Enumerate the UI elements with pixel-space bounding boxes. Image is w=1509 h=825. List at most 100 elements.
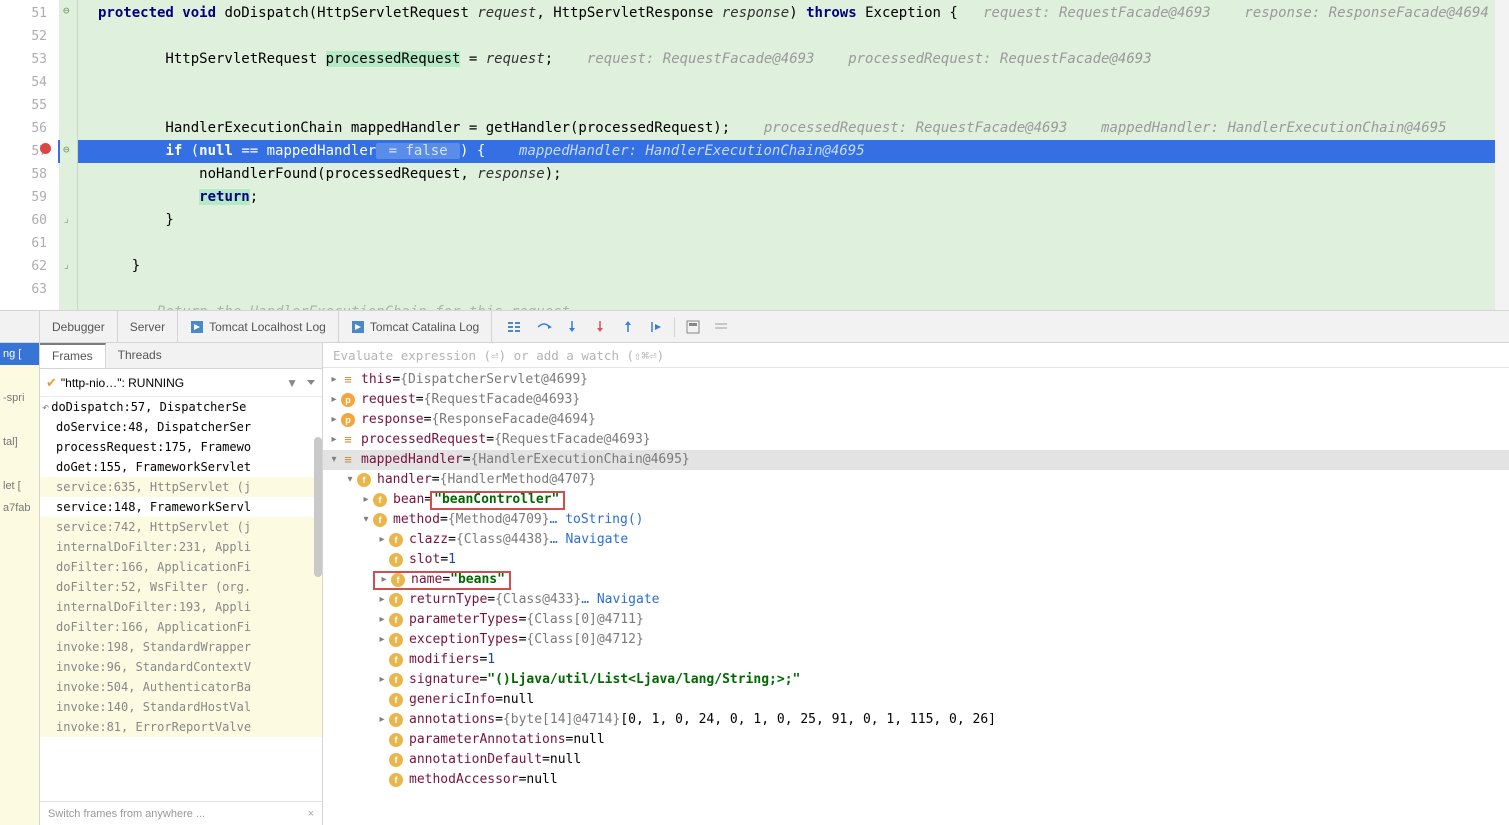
variable-row[interactable]: ▸presponse = {ResponseFacade@4694} — [323, 410, 1509, 430]
evaluate-input[interactable]: Evaluate expression (⏎) or add a watch (… — [323, 343, 1509, 368]
highlighted-value: ▸fname = "beans" — [373, 571, 511, 590]
chevron-right-icon[interactable]: ▸ — [359, 490, 373, 510]
variable-row[interactable]: ▸fname = "beans" — [323, 570, 1509, 590]
variable-row[interactable]: ▸≡this = {DispatcherServlet@4699} — [323, 370, 1509, 390]
close-icon[interactable]: × — [308, 808, 314, 820]
chevron-right-icon[interactable]: ▸ — [375, 610, 389, 630]
stack-frame[interactable]: invoke:504, AuthenticatorBa — [40, 677, 322, 697]
stack-frame[interactable]: doFilter:52, WsFilter (org. — [40, 577, 322, 597]
variable-row[interactable]: ▸prequest = {RequestFacade@4693} — [323, 390, 1509, 410]
tab-tomcat-catalina-log[interactable]: Tomcat Catalina Log — [339, 311, 492, 342]
stack-frame[interactable]: invoke:81, ErrorReportValve — [40, 717, 322, 737]
field-badge-icon: f — [391, 573, 405, 587]
chevron-right-icon[interactable]: ▸ — [327, 370, 341, 390]
chevron-right-icon[interactable]: ▸ — [375, 530, 389, 550]
field-badge-icon: f — [389, 773, 403, 787]
variable-row[interactable]: ▸fexceptionTypes = {Class[0]@4712} — [323, 630, 1509, 650]
folding-gutter[interactable]: ⊖ ⊖ ⌟ ⌟ — [60, 0, 78, 310]
stack-frame[interactable]: invoke:140, StandardHostVal — [40, 697, 322, 717]
chevron-down-icon[interactable]: ▾ — [343, 470, 357, 490]
variable-row[interactable]: ·fgenericInfo = null — [323, 690, 1509, 710]
inline-hint: request: RequestFacade@4693 processedReq… — [553, 51, 1151, 67]
stack-frame[interactable]: doFilter:166, ApplicationFi — [40, 617, 322, 637]
tab-tomcat-localhost-log[interactable]: Tomcat Localhost Log — [178, 311, 339, 342]
variable-row[interactable]: ▸fbean = "beanController" — [323, 490, 1509, 510]
variable-row[interactable]: ▸fparameterTypes = {Class[0]@4711} — [323, 610, 1509, 630]
tab-server[interactable]: Server — [118, 311, 178, 342]
tab-frames[interactable]: Frames — [40, 343, 106, 368]
stack-frame[interactable]: service:742, HttpServlet (j — [40, 517, 322, 537]
stack-frame[interactable]: processRequest:175, Framewo — [40, 437, 322, 457]
variable-row[interactable]: ▾fmethod = {Method@4709} … toString() — [323, 510, 1509, 530]
code-area[interactable]: protected void doDispatch(HttpServletReq… — [78, 0, 1509, 310]
run-to-cursor-icon[interactable] — [646, 317, 666, 337]
variables-pane: Evaluate expression (⏎) or add a watch (… — [323, 343, 1509, 825]
dropdown-icon[interactable] — [306, 376, 316, 390]
chevron-right-icon[interactable]: ▸ — [377, 570, 391, 590]
chevron-right-icon[interactable]: ▸ — [327, 410, 341, 430]
layout-icon[interactable] — [504, 317, 524, 337]
stack-frame[interactable]: internalDoFilter:193, Appli — [40, 597, 322, 617]
fold-end-icon: ⌟ — [63, 258, 70, 271]
call-stack-list[interactable]: ↶doDispatch:57, DispatcherSedoService:48… — [40, 397, 322, 801]
scrollbar[interactable] — [314, 437, 322, 577]
tab-threads[interactable]: Threads — [106, 343, 174, 368]
field-badge-icon: f — [373, 513, 387, 527]
variable-row[interactable]: ·fparameterAnnotations = null — [323, 730, 1509, 750]
inline-hint: mappedHandler: HandlerExecutionChain@469… — [485, 143, 864, 159]
variable-row[interactable]: ▸fannotations = {byte[14]@4714} [0, 1, 0… — [323, 710, 1509, 730]
variable-row[interactable]: ▾≡mappedHandler = {HandlerExecutionChain… — [323, 450, 1509, 470]
line-number-gutter: 51 52 53 54 55 56 57 58 59 60 61 62 63 — [0, 0, 60, 310]
chevron-right-icon[interactable]: ▸ — [375, 590, 389, 610]
variable-row[interactable]: ·fannotationDefault = null — [323, 750, 1509, 770]
stack-frame[interactable]: doFilter:166, ApplicationFi — [40, 557, 322, 577]
step-out-icon[interactable] — [618, 317, 638, 337]
chevron-right-icon[interactable]: ▸ — [375, 670, 389, 690]
current-execution-line[interactable]: if (null == mappedHandler = false ) { ma… — [58, 140, 1509, 163]
code-editor[interactable]: 51 52 53 54 55 56 57 58 59 60 61 62 63 ⊖… — [0, 0, 1509, 310]
force-step-into-icon[interactable] — [590, 317, 610, 337]
stack-frame[interactable]: service:148, FrameworkServl — [40, 497, 322, 517]
fold-icon[interactable]: ⊖ — [63, 4, 70, 17]
variable-row[interactable]: ▸fsignature = "()Ljava/util/List<Ljava/l… — [323, 670, 1509, 690]
breakpoint-icon[interactable] — [40, 143, 51, 154]
field-badge-icon: f — [373, 493, 387, 507]
stack-frame[interactable]: invoke:198, StandardWrapper — [40, 637, 322, 657]
chevron-down-icon[interactable]: ▾ — [359, 510, 373, 530]
variable-row[interactable]: ·fmodifiers = 1 — [323, 650, 1509, 670]
local-badge-icon: ≡ — [341, 433, 355, 447]
fold-icon[interactable]: ⊖ — [63, 143, 70, 156]
filter-icon[interactable]: ▼ — [286, 376, 298, 390]
editor-scrollbar[interactable] — [1495, 0, 1509, 310]
step-into-icon[interactable] — [562, 317, 582, 337]
variable-row[interactable]: ▾fhandler = {HandlerMethod@4707} — [323, 470, 1509, 490]
stack-frame[interactable]: internalDoFilter:231, Appli — [40, 537, 322, 557]
local-badge-icon: ≡ — [341, 453, 355, 467]
stack-frame[interactable]: ↶doDispatch:57, DispatcherSe — [40, 397, 322, 417]
variable-row[interactable]: ▸≡processedRequest = {RequestFacade@4693… — [323, 430, 1509, 450]
stack-frame[interactable]: doService:48, DispatcherSer — [40, 417, 322, 437]
thread-selector[interactable]: ✔ "http-nio…": RUNNING ▼ — [40, 369, 322, 397]
field-badge-icon: f — [389, 693, 403, 707]
variable-row[interactable]: ▸freturnType = {Class@433} … Navigate — [323, 590, 1509, 610]
evaluate-icon[interactable] — [683, 317, 703, 337]
field-badge-icon: f — [389, 533, 403, 547]
variable-tree[interactable]: ▸≡this = {DispatcherServlet@4699}▸preque… — [323, 368, 1509, 825]
chevron-right-icon[interactable]: ▸ — [375, 710, 389, 730]
inline-value: = false — [376, 143, 460, 159]
chevron-right-icon[interactable]: ▸ — [327, 430, 341, 450]
stack-frame[interactable]: doGet:155, FrameworkServlet — [40, 457, 322, 477]
chevron-down-icon[interactable]: ▾ — [327, 450, 341, 470]
step-over-icon[interactable] — [534, 317, 554, 337]
field-badge-icon: f — [389, 553, 403, 567]
stack-frame[interactable]: invoke:96, StandardContextV — [40, 657, 322, 677]
chevron-right-icon[interactable]: ▸ — [327, 390, 341, 410]
chevron-right-icon[interactable]: ▸ — [375, 630, 389, 650]
variable-row[interactable]: ▸fclazz = {Class@4438} … Navigate — [323, 530, 1509, 550]
tab-debugger[interactable]: Debugger — [40, 311, 118, 342]
more-icon[interactable] — [711, 317, 731, 337]
variable-row[interactable]: ·fmethodAccessor = null — [323, 770, 1509, 790]
stack-frame[interactable]: service:635, HttpServlet (j — [40, 477, 322, 497]
doc-hint: Return the HandlerExecutionChain for thi… — [98, 304, 578, 310]
variable-row[interactable]: ·fslot = 1 — [323, 550, 1509, 570]
